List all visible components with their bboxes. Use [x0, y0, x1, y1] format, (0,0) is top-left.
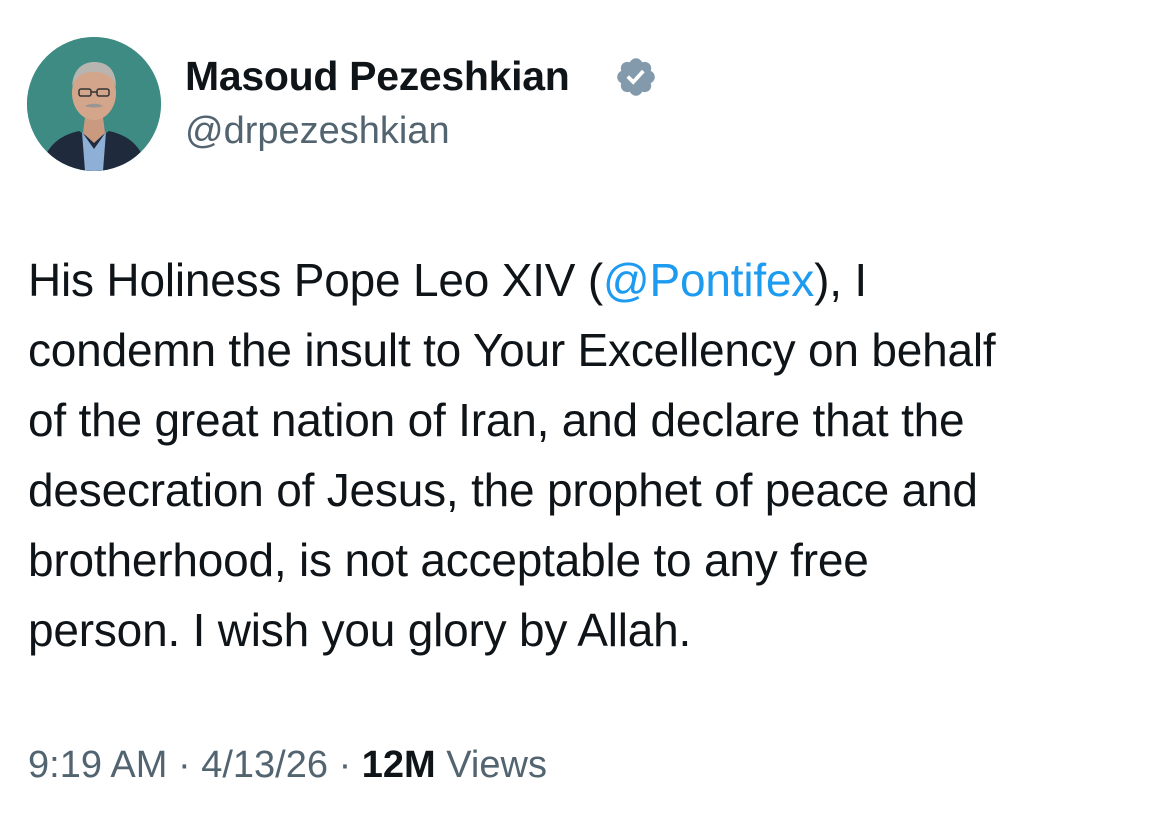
tweet-text-segment: His Holiness Pope Leo XIV ( — [28, 254, 603, 306]
views-count[interactable]: 12M — [362, 744, 436, 786]
avatar-image — [27, 37, 161, 171]
author-handle[interactable]: @drpezeshkian — [185, 108, 450, 154]
tweet-time[interactable]: 9:19 AM — [28, 744, 167, 786]
verified-badge-icon — [617, 58, 655, 96]
tweet-text-segment: ), I — [814, 254, 867, 306]
tweet-text-line: of the great nation of Iran, and declare… — [28, 394, 965, 446]
tweet-text-line: condemn the insult to Your Excellency on… — [28, 324, 996, 376]
meta-separator: · — [177, 744, 191, 786]
tweet-text: His Holiness Pope Leo XIV (@Pontifex), I… — [28, 245, 1148, 665]
mention-link[interactable]: @Pontifex — [603, 254, 814, 306]
tweet-meta: 9:19 AM · 4/13/26 · 12M Views — [28, 740, 547, 790]
tweet-text-line: desecration of Jesus, the prophet of pea… — [28, 464, 978, 516]
tweet-date[interactable]: 4/13/26 — [201, 744, 328, 786]
views-label: Views — [446, 744, 547, 786]
meta-separator: · — [338, 744, 352, 786]
tweet-text-line: person. I wish you glory by Allah. — [28, 604, 692, 656]
tweet-text-line: His Holiness Pope Leo XIV (@Pontifex), I — [28, 245, 1148, 315]
author-name[interactable]: Masoud Pezeshkian — [185, 52, 570, 100]
tweet-text-line: brotherhood, is not acceptable to any fr… — [28, 534, 869, 586]
tweet: Masoud Pezeshkian @drpezeshkian His Holi… — [0, 0, 1170, 822]
author-avatar[interactable] — [27, 37, 161, 171]
